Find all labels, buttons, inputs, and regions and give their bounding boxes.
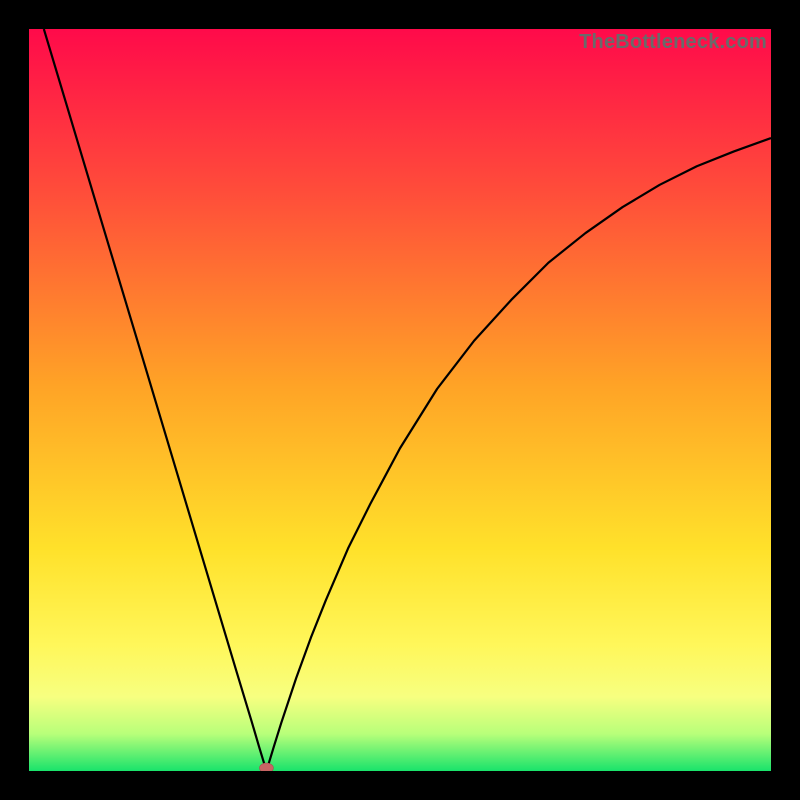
chart-frame: TheBottleneck.com xyxy=(0,0,800,800)
bottleneck-curve xyxy=(44,29,771,771)
plot-area: TheBottleneck.com xyxy=(29,29,771,771)
curve-svg xyxy=(29,29,771,771)
minimum-marker xyxy=(259,763,273,771)
